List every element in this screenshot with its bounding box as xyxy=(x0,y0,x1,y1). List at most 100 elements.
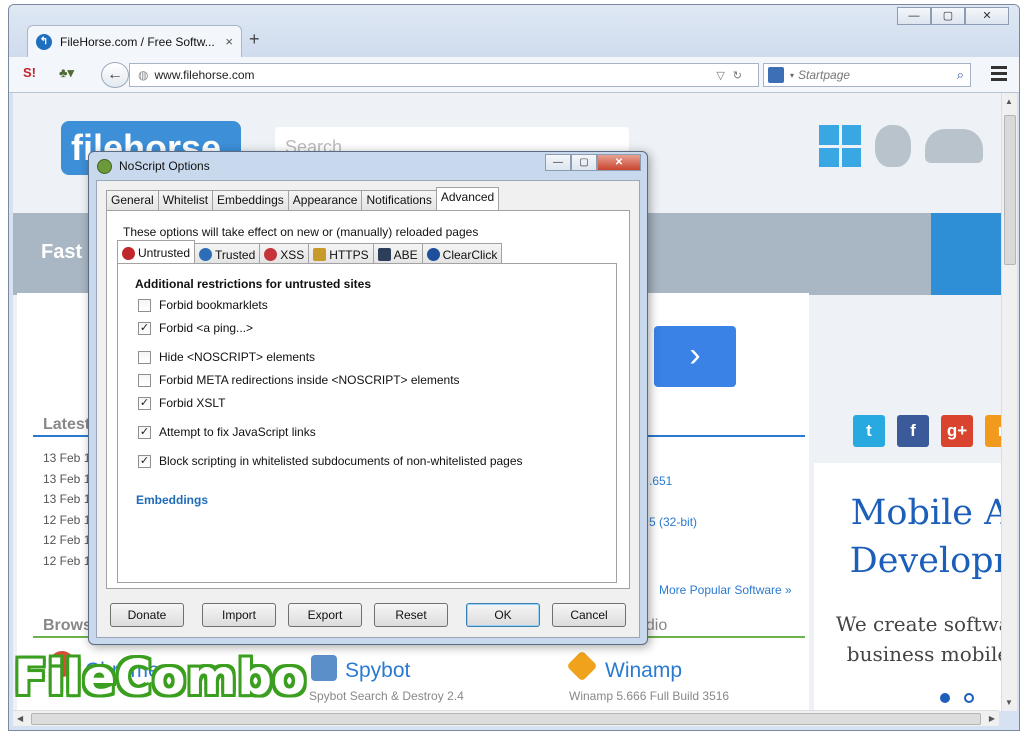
option-block-subdocuments[interactable]: ✓ Block scripting in whitelisted subdocu… xyxy=(138,454,523,468)
twitter-icon[interactable]: t xyxy=(853,415,885,447)
cloud-icon[interactable] xyxy=(925,129,983,163)
dialog-buttons: Donate Import Export Reset OK Cancel xyxy=(110,603,630,627)
dialog-minimize-button[interactable]: — xyxy=(545,154,571,171)
date-item: 13 Feb 1 xyxy=(43,492,91,507)
checkbox[interactable] xyxy=(138,298,151,312)
subtab-trusted[interactable]: Trusted xyxy=(194,243,261,263)
embeddings-link[interactable]: Embeddings xyxy=(136,493,208,507)
subtab-label: ABE xyxy=(393,247,418,262)
ad-title-line: Mobile A xyxy=(850,493,1001,533)
reset-button[interactable]: Reset xyxy=(374,603,448,627)
subtab-abe[interactable]: ABE xyxy=(372,243,423,263)
subtab-clearclick[interactable]: ClearClick xyxy=(421,243,503,263)
reload-icon[interactable]: ▽↻ xyxy=(716,69,750,82)
subtab-https[interactable]: HTTPS xyxy=(308,243,374,263)
option-forbid-meta-redirections[interactable]: Forbid META redirections inside <NOSCRIP… xyxy=(138,373,460,387)
browser-tab[interactable]: ↰ FileHorse.com / Free Softw... × xyxy=(27,25,242,57)
onion-addon-icon[interactable]: ♣▾ xyxy=(59,65,74,81)
tab-close-icon[interactable]: × xyxy=(225,34,233,49)
subtab-xss[interactable]: XSS xyxy=(259,243,310,263)
winamp-link[interactable]: Winamp xyxy=(605,659,682,683)
scroll-left-icon[interactable]: ◀ xyxy=(17,714,23,723)
close-window-button[interactable]: ✕ xyxy=(965,7,1009,25)
option-label: Attempt to fix JavaScript links xyxy=(159,425,316,439)
subtab-label: ClearClick xyxy=(442,247,498,262)
social-links: t f g+ r xyxy=(853,415,1001,447)
hamburger-menu-icon[interactable] xyxy=(991,66,1007,84)
globe-icon: ◍ xyxy=(138,68,149,82)
apple-icon[interactable] xyxy=(875,125,911,167)
horizontal-scrollbar[interactable]: ◀ ▶ xyxy=(13,710,999,726)
section-title: Additional restrictions for untrusted si… xyxy=(135,277,372,291)
next-arrow-button[interactable]: › xyxy=(654,326,736,387)
rss-icon[interactable]: r xyxy=(985,415,1001,447)
checkbox-checked[interactable]: ✓ xyxy=(138,321,151,335)
vertical-scrollbar[interactable]: ▲ ▼ xyxy=(1001,93,1017,711)
carousel-dot[interactable] xyxy=(940,693,950,703)
checkbox-checked[interactable]: ✓ xyxy=(138,396,151,410)
latest-heading: Latest xyxy=(43,416,91,433)
ad-subtitle-line: We create softwar xyxy=(835,612,1001,636)
xss-icon xyxy=(264,248,278,261)
cancel-button[interactable]: Cancel xyxy=(552,603,626,627)
address-url[interactable]: www.filehorse.com xyxy=(154,68,716,82)
scroll-right-icon[interactable]: ▶ xyxy=(989,714,995,723)
os-icons xyxy=(819,125,983,167)
maximize-button[interactable]: ▢ xyxy=(931,7,965,25)
tab-whitelist[interactable]: Whitelist xyxy=(157,190,214,210)
option-forbid-bookmarklets[interactable]: Forbid bookmarklets xyxy=(138,298,268,312)
tab-appearance[interactable]: Appearance xyxy=(287,190,363,210)
tab-general[interactable]: General xyxy=(106,190,159,210)
software-link[interactable]: 5 (32-bit) xyxy=(649,515,697,529)
google-plus-icon[interactable]: g+ xyxy=(941,415,973,447)
dialog-close-button[interactable]: ✕ xyxy=(597,154,641,171)
checkbox-checked[interactable]: ✓ xyxy=(138,425,151,439)
address-bar[interactable]: ◍ www.filehorse.com ▽↻ xyxy=(129,63,759,87)
dialog-titlebar[interactable]: NoScript Options — ▢ ✕ xyxy=(89,152,647,180)
option-hide-noscript[interactable]: Hide <NOSCRIPT> elements xyxy=(138,350,315,364)
back-button[interactable]: ← xyxy=(101,62,129,88)
minimize-button[interactable]: — xyxy=(897,7,931,25)
tab-advanced[interactable]: Advanced xyxy=(435,187,500,210)
software-link[interactable]: .651 xyxy=(649,474,672,488)
subtab-untrusted[interactable]: Untrusted xyxy=(117,240,196,263)
browser-titlebar: — ▢ ✕ ↰ FileHorse.com / Free Softw... × … xyxy=(9,5,1019,57)
banner-text: Fast xyxy=(41,241,83,263)
noscript-toolbar-icon[interactable]: S! xyxy=(23,65,36,80)
spybot-link[interactable]: Spybot xyxy=(345,659,410,683)
search-bar[interactable]: ▾ Startpage ⌕ xyxy=(763,63,971,87)
lock-icon xyxy=(313,248,327,261)
donate-button[interactable]: Donate xyxy=(110,603,184,627)
more-popular-link[interactable]: More Popular Software » xyxy=(659,583,792,597)
export-button[interactable]: Export xyxy=(288,603,362,627)
tab-notifications[interactable]: Notifications xyxy=(361,190,437,210)
dialog-window-controls: — ▢ ✕ xyxy=(545,154,641,171)
dialog-maximize-button[interactable]: ▢ xyxy=(571,154,597,171)
tab-embeddings[interactable]: Embeddings xyxy=(212,190,289,210)
horizontal-scroll-thumb[interactable] xyxy=(31,713,981,725)
scroll-up-icon[interactable]: ▲ xyxy=(1005,97,1013,106)
import-button[interactable]: Import xyxy=(202,603,276,627)
scroll-down-icon[interactable]: ▼ xyxy=(1005,698,1013,707)
checkbox-checked[interactable]: ✓ xyxy=(138,454,151,468)
option-forbid-xslt[interactable]: ✓ Forbid XSLT xyxy=(138,396,225,410)
ad-subtitle-line: business mobile xyxy=(846,642,1001,666)
carousel-dot[interactable] xyxy=(964,693,974,703)
search-engine-icon[interactable] xyxy=(768,67,784,83)
option-label: Forbid bookmarklets xyxy=(159,298,268,312)
vertical-scroll-thumb[interactable] xyxy=(1004,115,1016,265)
option-forbid-a-ping[interactable]: ✓ Forbid <a ping...> xyxy=(138,321,253,335)
facebook-icon[interactable]: f xyxy=(897,415,929,447)
option-fix-javascript-links[interactable]: ✓ Attempt to fix JavaScript links xyxy=(138,425,316,439)
checkbox[interactable] xyxy=(138,373,151,387)
engine-dropdown-icon[interactable]: ▾ xyxy=(790,71,794,80)
ok-button[interactable]: OK xyxy=(466,603,540,627)
advanced-panel: These options will take effect on new or… xyxy=(106,210,630,589)
ad-panel[interactable]: Mobile A Developr We create softwar busi… xyxy=(814,463,1001,711)
windows-icon[interactable] xyxy=(819,125,861,167)
spybot-icon[interactable] xyxy=(311,655,337,681)
new-tab-button[interactable]: + xyxy=(249,29,260,50)
search-input[interactable]: Startpage xyxy=(798,68,957,82)
search-icon[interactable]: ⌕ xyxy=(957,67,964,83)
checkbox[interactable] xyxy=(138,350,151,364)
